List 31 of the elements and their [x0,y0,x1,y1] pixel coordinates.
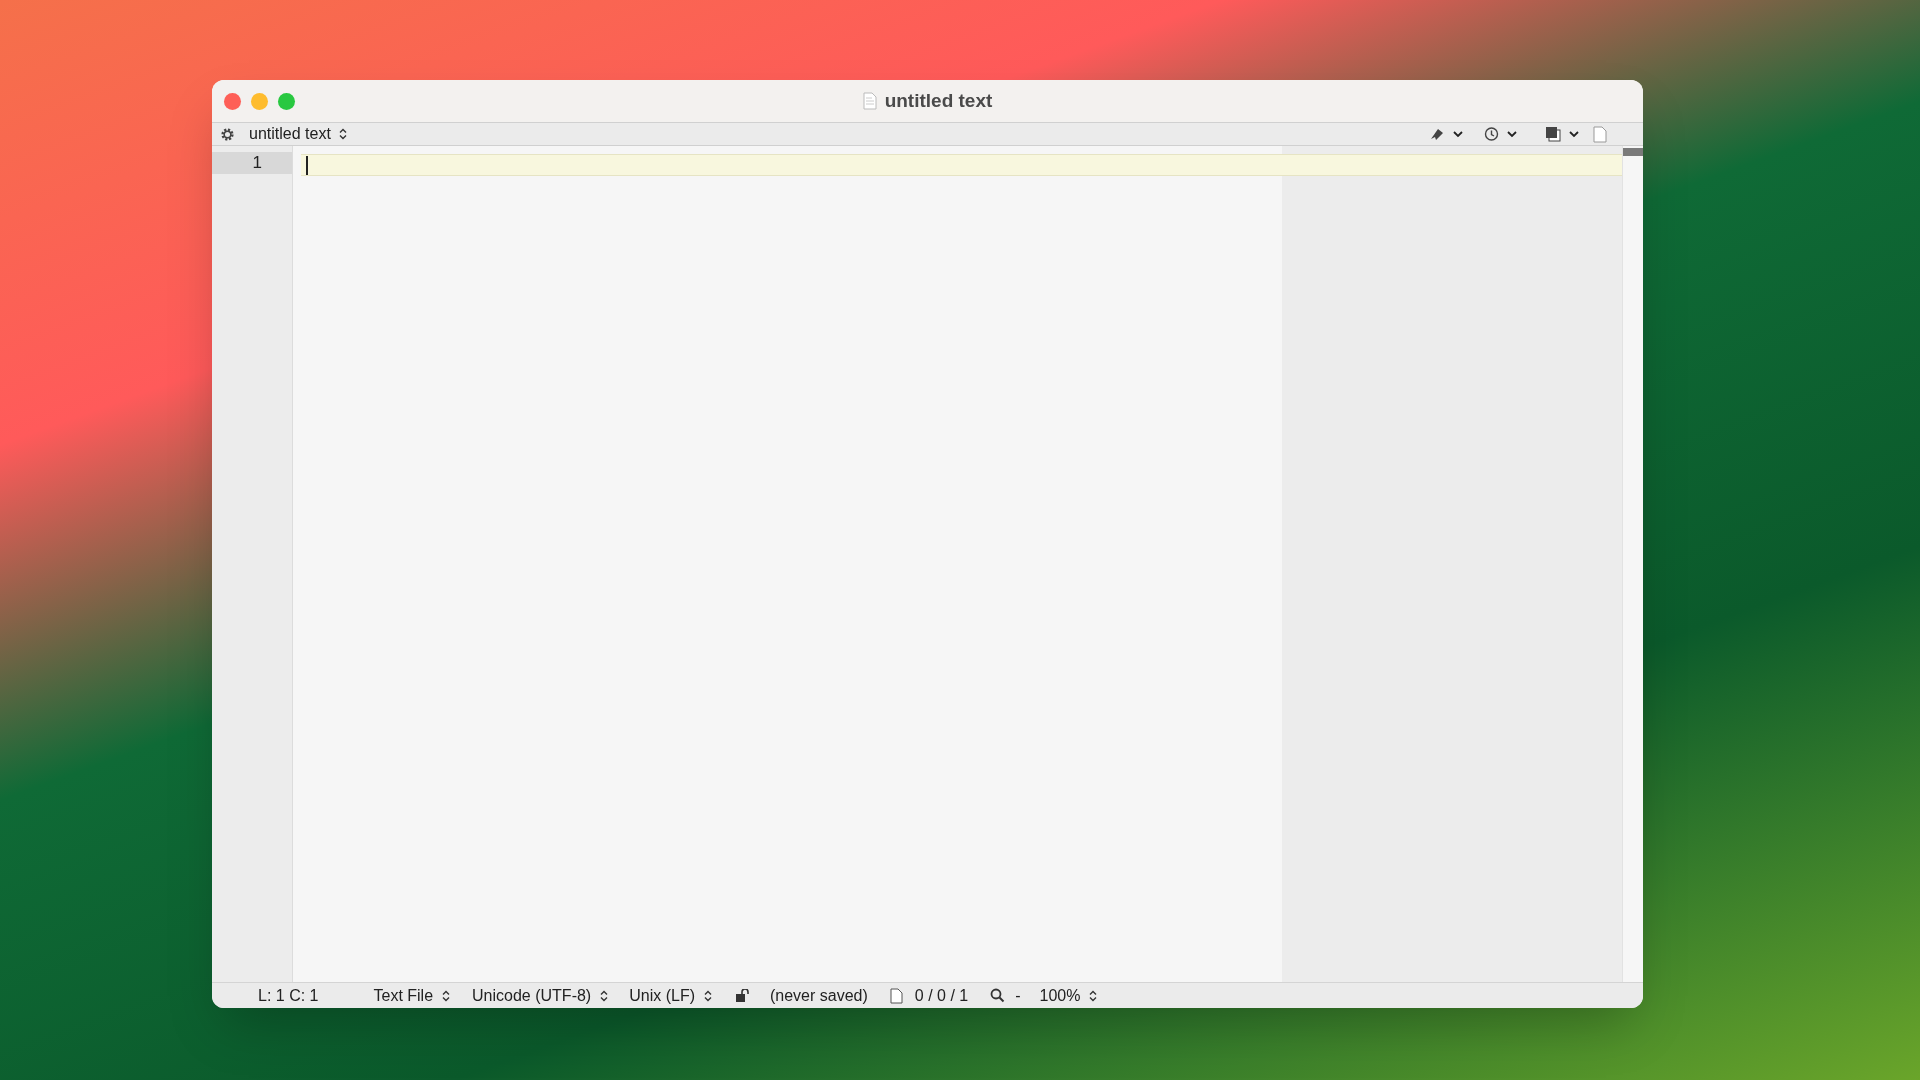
search-icon[interactable] [990,988,1006,1003]
save-status: (never saved) [770,985,868,1006]
line-number: 1 [212,152,292,174]
unlocked-icon[interactable] [736,989,750,1002]
stacked-squares-icon[interactable] [1545,126,1561,142]
cursor-position: L: 1 C: 1 [258,985,319,1006]
up-down-chevron-icon [1089,989,1098,1002]
window-title: untitled text [884,88,993,113]
up-down-chevron-icon [442,989,451,1002]
document-icon [889,987,903,1004]
syntax-menu[interactable]: Text File [373,983,451,1008]
chevron-down-icon[interactable] [1453,130,1463,138]
chevron-down-icon[interactable] [1569,130,1579,138]
zoom-menu[interactable]: 100% [1039,983,1098,1008]
document-icon [862,92,877,110]
up-down-chevron-icon [704,989,712,1002]
text-cursor [306,156,308,175]
scroll-thumb[interactable] [1623,148,1643,156]
document-counts: 0 / 0 / 1 [914,985,969,1006]
document-menu[interactable]: untitled text [249,122,347,146]
history-icon[interactable] [1483,126,1499,142]
close-button[interactable] [224,92,241,110]
chevron-down-icon[interactable] [1507,130,1517,138]
line-endings-menu[interactable]: Unix (LF) [629,983,712,1008]
bookmark-icon[interactable] [1429,127,1445,141]
settings-icon[interactable] [220,126,235,142]
encoding-menu[interactable]: Unicode (UTF-8) [472,983,609,1008]
document-name: untitled text [249,124,331,144]
up-down-chevron-icon [338,128,347,140]
zoom-separator: - [1015,985,1021,1006]
up-down-chevron-icon [600,989,609,1002]
